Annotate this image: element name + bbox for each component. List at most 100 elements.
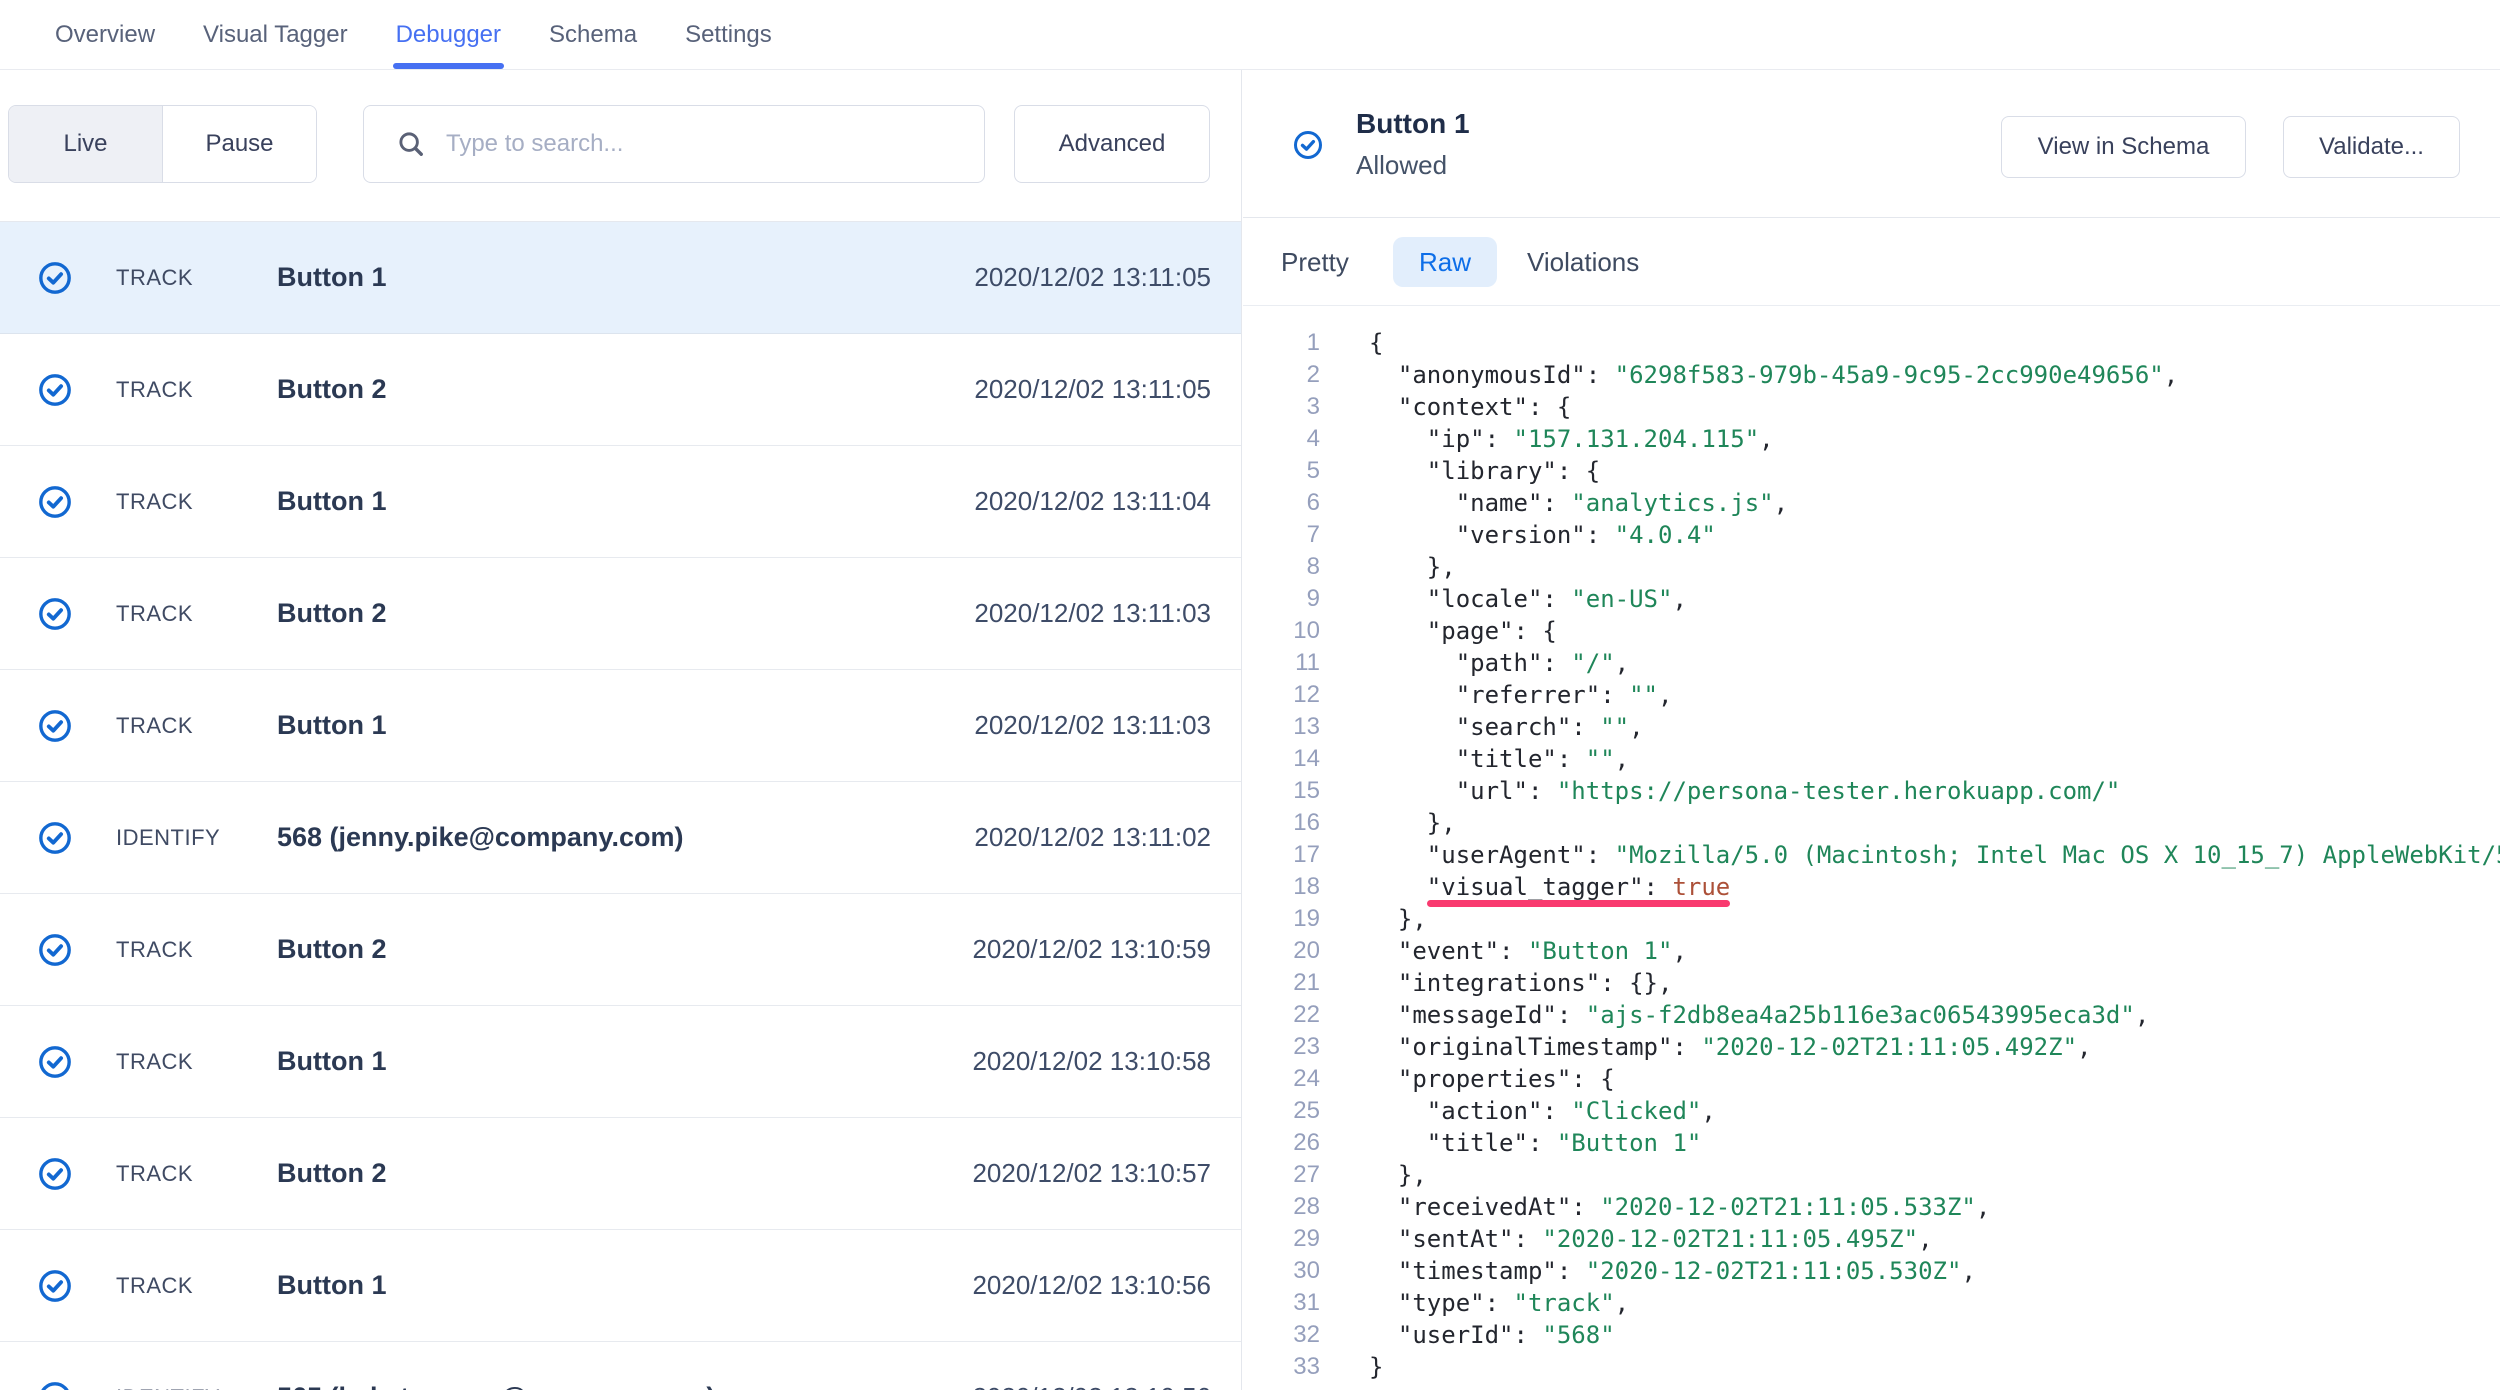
code-line: 25 "action": "Clicked", bbox=[1243, 1095, 2500, 1127]
code-text: "context": { bbox=[1369, 391, 1571, 423]
code-line: 22 "messageId": "ajs-f2db8ea4a25b116e3ac… bbox=[1243, 999, 2500, 1031]
status-badge: Allowed bbox=[1356, 150, 1447, 181]
check-circle-icon bbox=[38, 261, 72, 295]
nav-tab-settings[interactable]: Settings bbox=[685, 0, 772, 69]
event-timestamp: 2020/12/02 13:11:02 bbox=[974, 782, 1211, 893]
code-line: 27 }, bbox=[1243, 1159, 2500, 1191]
check-circle-icon bbox=[38, 709, 72, 743]
event-list: TRACKButton 12020/12/02 13:11:05TRACKBut… bbox=[0, 221, 1241, 1390]
search-input[interactable] bbox=[444, 129, 984, 159]
line-number: 29 bbox=[1243, 1223, 1320, 1255]
line-number: 8 bbox=[1243, 551, 1320, 583]
event-type-label: TRACK bbox=[116, 670, 193, 781]
code-text: "integrations": {}, bbox=[1369, 967, 1672, 999]
code-text: "referrer": "", bbox=[1369, 679, 1672, 711]
raw-json-view[interactable]: 1{2 "anonymousId": "6298f583-979b-45a9-9… bbox=[1243, 306, 2500, 1390]
event-name: Button 1 bbox=[277, 1230, 386, 1341]
line-number: 13 bbox=[1243, 711, 1320, 743]
validate-button[interactable]: Validate... bbox=[2283, 116, 2460, 178]
code-text: }, bbox=[1369, 1159, 1427, 1191]
pause-button[interactable]: Pause bbox=[163, 106, 316, 182]
tab-raw[interactable]: Raw bbox=[1393, 237, 1497, 287]
code-line: 18 "visual_tagger": true bbox=[1243, 871, 2500, 903]
code-text: "timestamp": "2020-12-02T21:11:05.530Z", bbox=[1369, 1255, 1976, 1287]
view-in-schema-button[interactable]: View in Schema bbox=[2001, 116, 2246, 178]
code-line: 3 "context": { bbox=[1243, 391, 2500, 423]
event-timestamp: 2020/12/02 13:10:59 bbox=[972, 894, 1211, 1005]
event-row[interactable]: IDENTIFY565 (hal.sturgeon@company.com)20… bbox=[0, 1342, 1241, 1390]
check-circle-icon bbox=[38, 821, 72, 855]
event-row[interactable]: TRACKButton 12020/12/02 13:11:04 bbox=[0, 446, 1241, 558]
check-circle-icon bbox=[38, 933, 72, 967]
code-line: 30 "timestamp": "2020-12-02T21:11:05.530… bbox=[1243, 1255, 2500, 1287]
event-row[interactable]: TRACKButton 12020/12/02 13:11:05 bbox=[0, 222, 1241, 334]
event-row[interactable]: IDENTIFY 568 (jenny.pike@company.com) 2020… bbox=[0, 782, 1241, 894]
code-line: 26 "title": "Button 1" bbox=[1243, 1127, 2500, 1159]
event-row[interactable]: TRACKButton 22020/12/02 13:10:57 bbox=[0, 1118, 1241, 1230]
advanced-button[interactable]: Advanced bbox=[1014, 105, 1210, 183]
event-timestamp: 2020/12/02 13:10:56 bbox=[972, 1342, 1211, 1390]
event-type-label: TRACK bbox=[116, 1230, 193, 1341]
event-timestamp: 2020/12/02 13:11:03 bbox=[974, 558, 1211, 669]
event-name: Button 2 bbox=[277, 1118, 386, 1229]
line-number: 14 bbox=[1243, 743, 1320, 775]
event-row[interactable]: TRACKButton 12020/12/02 13:10:58 bbox=[0, 1006, 1241, 1118]
allowed-check-icon bbox=[1293, 130, 1323, 160]
event-type-label: IDENTIFY bbox=[116, 782, 220, 893]
line-number: 27 bbox=[1243, 1159, 1320, 1191]
nav-tab-debugger[interactable]: Debugger bbox=[396, 0, 501, 69]
nav-tab-overview[interactable]: Overview bbox=[55, 0, 155, 69]
code-text: { bbox=[1369, 327, 1383, 359]
code-line: 23 "originalTimestamp": "2020-12-02T21:1… bbox=[1243, 1031, 2500, 1063]
code-line: 1{ bbox=[1243, 327, 2500, 359]
event-row[interactable]: TRACKButton 12020/12/02 13:10:56 bbox=[0, 1230, 1241, 1342]
code-text: "path": "/", bbox=[1369, 647, 1629, 679]
event-name: 565 (hal.sturgeon@company.com) bbox=[277, 1342, 715, 1390]
line-number: 32 bbox=[1243, 1319, 1320, 1351]
event-name: 568 (jenny.pike@company.com) bbox=[277, 782, 683, 893]
detail-header: Button 1 Allowed View in Schema Validate… bbox=[1243, 70, 2500, 218]
code-line: 24 "properties": { bbox=[1243, 1063, 2500, 1095]
code-line: 10 "page": { bbox=[1243, 615, 2500, 647]
event-type-label: TRACK bbox=[116, 894, 193, 1005]
line-number: 1 bbox=[1243, 327, 1320, 359]
event-row[interactable]: TRACKButton 22020/12/02 13:11:03 bbox=[0, 558, 1241, 670]
nav-tab-visual-tagger[interactable]: Visual Tagger bbox=[203, 0, 348, 69]
event-row[interactable]: TRACKButton 22020/12/02 13:11:05 bbox=[0, 334, 1241, 446]
line-number: 24 bbox=[1243, 1063, 1320, 1095]
code-line: 15 "url": "https://persona-tester.heroku… bbox=[1243, 775, 2500, 807]
tab-violations[interactable]: Violations bbox=[1527, 218, 1639, 306]
check-circle-icon bbox=[38, 485, 72, 519]
event-timestamp: 2020/12/02 13:11:05 bbox=[974, 222, 1211, 333]
line-number: 7 bbox=[1243, 519, 1320, 551]
detail-tabs: Pretty Raw Violations bbox=[1243, 218, 2500, 306]
event-timestamp: 2020/12/02 13:11:04 bbox=[974, 446, 1211, 557]
line-number: 22 bbox=[1243, 999, 1320, 1031]
event-row[interactable]: TRACKButton 22020/12/02 13:10:59 bbox=[0, 894, 1241, 1006]
event-type-label: TRACK bbox=[116, 446, 193, 557]
line-number: 4 bbox=[1243, 423, 1320, 455]
event-name: Button 1 bbox=[277, 670, 386, 781]
code-line: 2 "anonymousId": "6298f583-979b-45a9-9c9… bbox=[1243, 359, 2500, 391]
line-number: 17 bbox=[1243, 839, 1320, 871]
event-name: Button 1 bbox=[277, 1006, 386, 1117]
event-row[interactable]: TRACKButton 12020/12/02 13:11:03 bbox=[0, 670, 1241, 782]
line-number: 19 bbox=[1243, 903, 1320, 935]
line-number: 16 bbox=[1243, 807, 1320, 839]
event-stream-panel: Live Pause Advanced TRACKButton 12020/12… bbox=[0, 70, 1242, 1390]
tab-pretty[interactable]: Pretty bbox=[1281, 218, 1349, 306]
code-line: 14 "title": "", bbox=[1243, 743, 2500, 775]
nav-tab-schema[interactable]: Schema bbox=[549, 0, 637, 69]
code-text: "title": "Button 1" bbox=[1369, 1127, 1701, 1159]
code-text: "visual_tagger": true bbox=[1369, 871, 1730, 903]
line-number: 20 bbox=[1243, 935, 1320, 967]
code-text: "anonymousId": "6298f583-979b-45a9-9c95-… bbox=[1369, 359, 2178, 391]
code-line: 9 "locale": "en-US", bbox=[1243, 583, 2500, 615]
code-line: 17 "userAgent": "Mozilla/5.0 (Macintosh;… bbox=[1243, 839, 2500, 871]
code-text: "event": "Button 1", bbox=[1369, 935, 1687, 967]
event-name: Button 2 bbox=[277, 558, 386, 669]
code-line: 6 "name": "analytics.js", bbox=[1243, 487, 2500, 519]
event-type-label: TRACK bbox=[116, 1118, 193, 1229]
event-type-label: TRACK bbox=[116, 1006, 193, 1117]
live-button[interactable]: Live bbox=[9, 106, 163, 182]
